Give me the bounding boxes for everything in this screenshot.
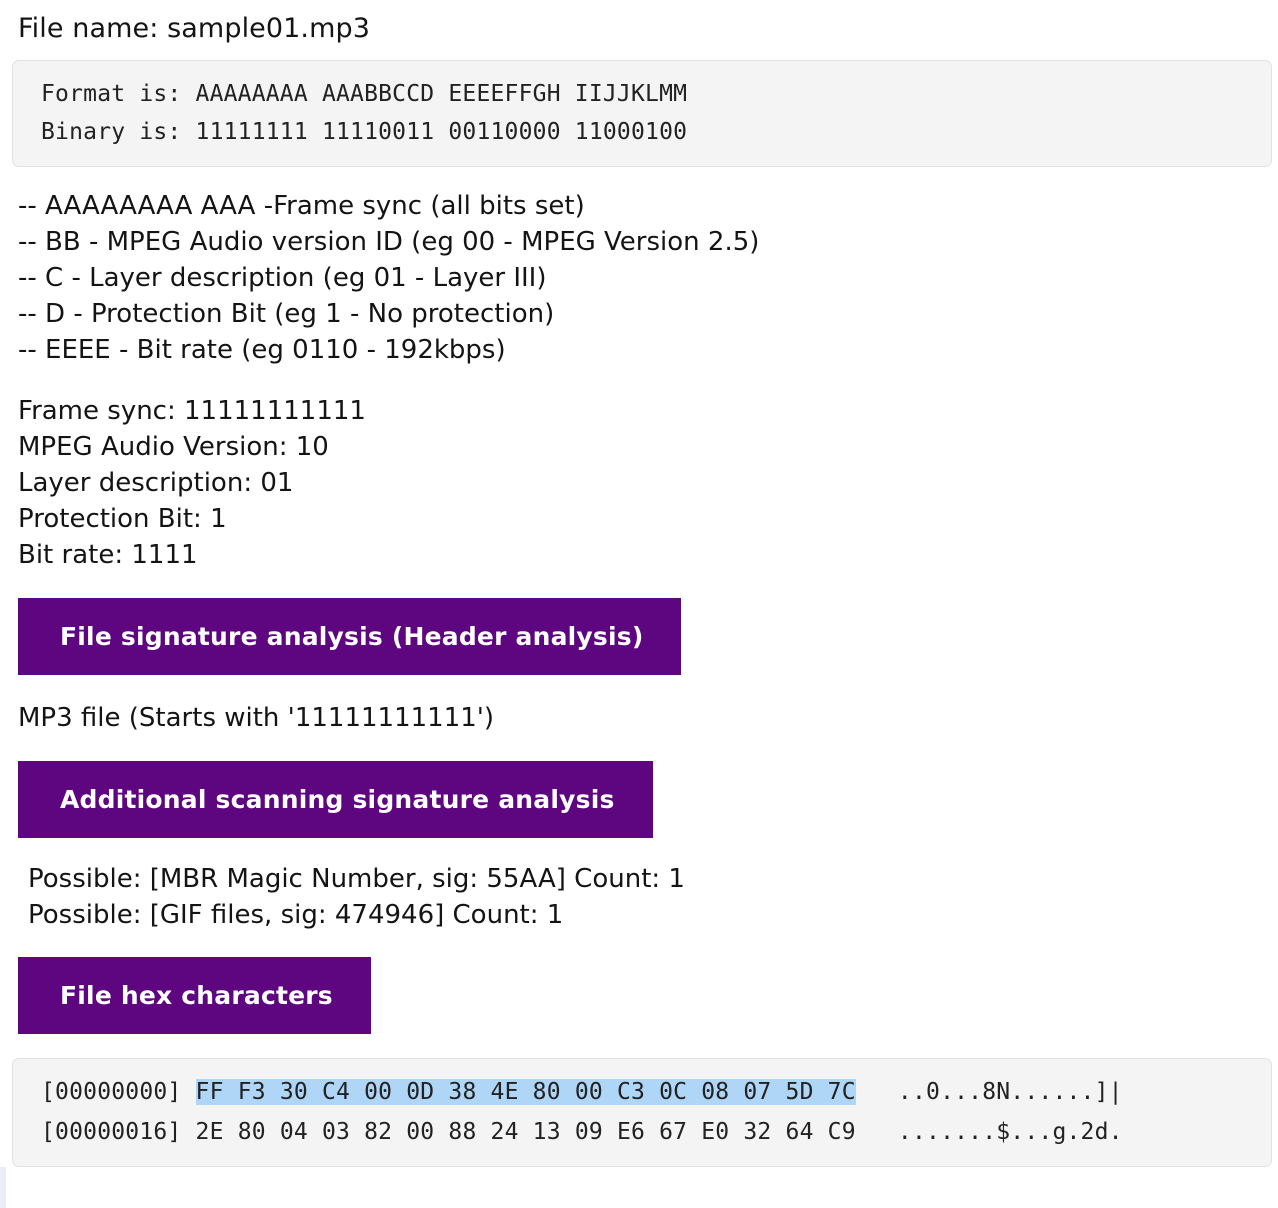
file-name-heading: File name: sample01.mp3 [18, 13, 371, 44]
hex-ascii: ..0...8N......]| [897, 1079, 1123, 1106]
hex-offset: [00000000] [41, 1079, 182, 1106]
field-protection-bit: Protection Bit: 1 [18, 504, 227, 534]
signature-analysis-result: MP3 file (Starts with '11111111111') [18, 702, 495, 733]
decoded-field-values: Frame sync: 11111111111 MPEG Audio Versi… [6, 394, 1278, 573]
spec-line-layer-description: -- C - Layer description (eg 01 - Layer … [18, 262, 547, 293]
section-header-file-signature-analysis[interactable]: File signature analysis (Header analysis… [18, 597, 682, 675]
file-analysis-page: File name: sample01.mp3 Format is: AAAAA… [0, 0, 1278, 1168]
binary-is-line: Binary is: 11111111 11110011 00110000 11… [41, 119, 688, 146]
hex-dump-block: [00000000] FF F3 30 C4 00 0D 38 4E 80 00… [12, 1058, 1272, 1168]
spec-line-frame-sync: -- AAAAAAAA AAA -Frame sync (all bits se… [18, 191, 585, 221]
hex-dump-row: [00000016] 2E 80 04 03 82 00 88 24 13 09… [41, 1113, 1271, 1153]
format-is-line: Format is: AAAAAAAA AAABBCCD EEEEFFGH II… [41, 80, 688, 107]
possible-signature-matches: Possible: [MBR Magic Number, sig: 55AA] … [6, 862, 1278, 934]
field-layer-description: Layer description: 01 [18, 468, 294, 499]
section-header-additional-scanning-signature-analysis[interactable]: Additional scanning signature analysis [18, 760, 653, 838]
spec-line-protection-bit: -- D - Protection Bit (eg 1 - No protect… [18, 298, 555, 329]
hex-dump-row: [00000000] FF F3 30 C4 00 0D 38 4E 80 00… [41, 1073, 1271, 1113]
hex-bytes: FF F3 30 C4 00 0D 38 4E 80 00 C3 0C 08 0… [195, 1079, 856, 1106]
spec-line-version-id: -- BB - MPEG Audio version ID (eg 00 - M… [18, 226, 760, 257]
section-header-file-hex-characters[interactable]: File hex characters [18, 957, 371, 1035]
field-mpeg-audio-version: MPEG Audio Version: 10 [18, 432, 329, 463]
field-frame-sync: Frame sync: 11111111111 [18, 396, 366, 427]
possible-match-mbr-magic-number: Possible: [MBR Magic Number, sig: 55AA] … [28, 863, 685, 894]
spec-line-bit-rate: -- EEEE - Bit rate (eg 0110 - 192kbps) [18, 334, 506, 365]
field-bit-rate: Bit rate: 1111 [18, 539, 198, 570]
hex-bytes: 2E 80 04 03 82 00 88 24 13 09 E6 67 E0 3… [195, 1118, 856, 1145]
hex-ascii: .......$...g.2d. [897, 1118, 1123, 1145]
hex-offset: [00000016] [41, 1118, 182, 1145]
mpeg-field-legend: -- AAAAAAAA AAA -Frame sync (all bits se… [6, 189, 1278, 368]
header-format-code-block: Format is: AAAAAAAA AAABBCCD EEEEFFGH II… [12, 59, 1272, 167]
possible-match-gif-files: Possible: [GIF files, sig: 474946] Count… [28, 899, 564, 930]
